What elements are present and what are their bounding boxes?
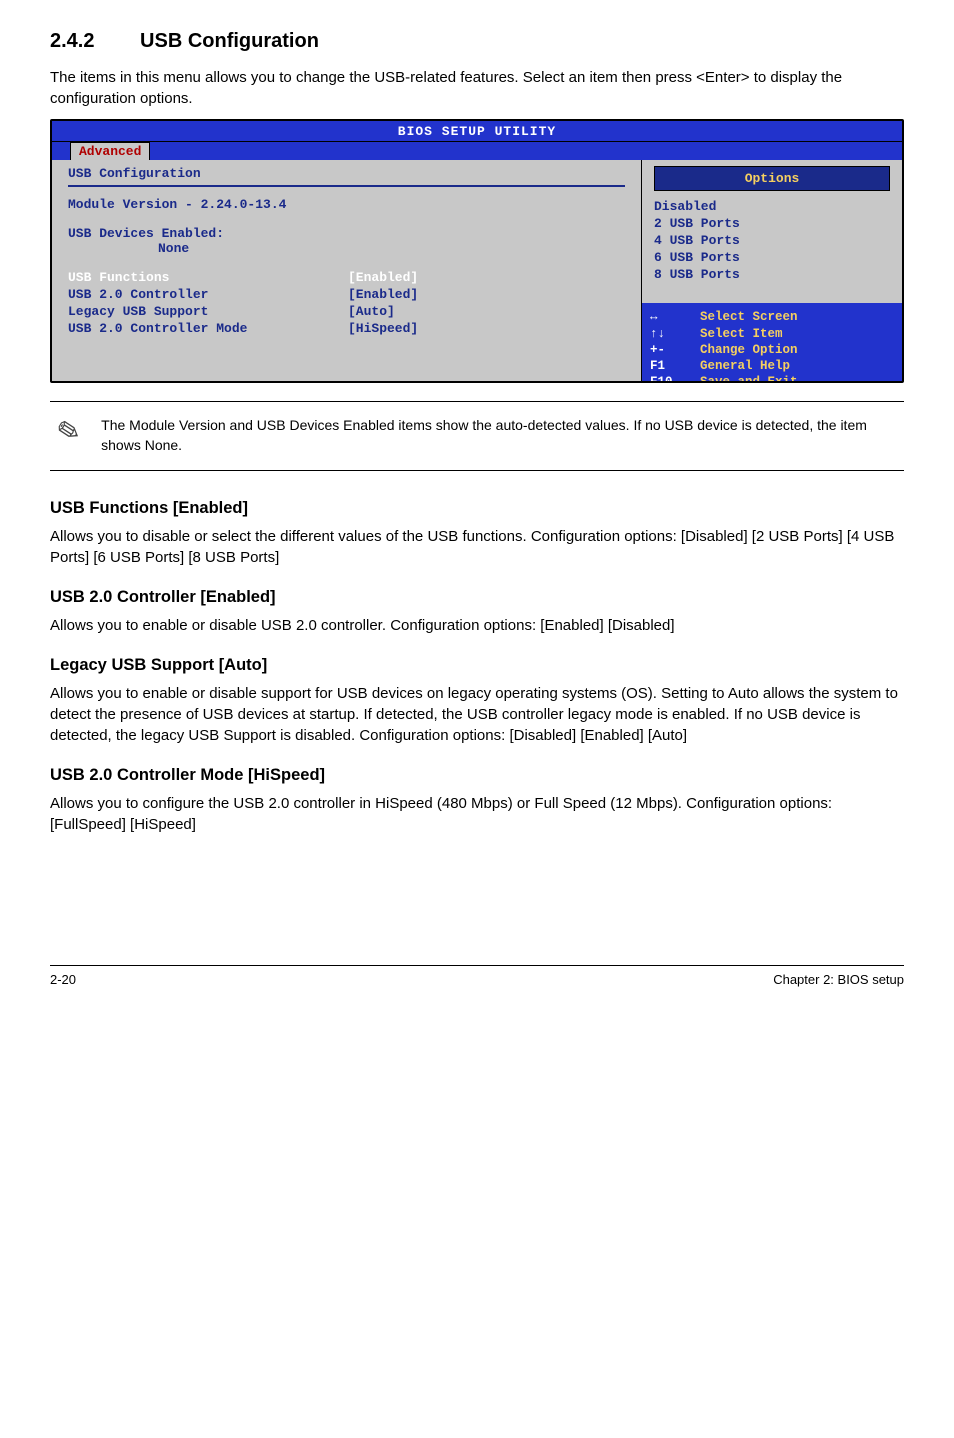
- option-item[interactable]: 8 USB Ports: [654, 267, 890, 284]
- row-value: [Auto]: [348, 304, 625, 319]
- option-item[interactable]: Disabled: [654, 199, 890, 216]
- nav-key: ↔: [650, 309, 700, 325]
- nav-text: Save and Exit: [700, 374, 798, 381]
- nav-text: General Help: [700, 358, 790, 374]
- bios-subtitle: USB Configuration: [68, 166, 625, 187]
- sub-body: Allows you to enable or disable USB 2.0 …: [50, 615, 904, 636]
- option-item[interactable]: 6 USB Ports: [654, 250, 890, 267]
- nav-row: +- Change Option: [650, 342, 894, 358]
- intro-paragraph: The items in this menu allows you to cha…: [50, 67, 904, 109]
- devices-value: None: [158, 241, 625, 256]
- bios-row-usb20-controller[interactable]: USB 2.0 Controller [Enabled]: [68, 287, 625, 302]
- subsection-usb-functions: USB Functions [Enabled] Allows you to di…: [50, 499, 904, 568]
- tab-advanced[interactable]: Advanced: [70, 142, 150, 160]
- note-pencil-icon: ✎: [45, 413, 84, 456]
- sub-heading: USB 2.0 Controller Mode [HiSpeed]: [50, 766, 904, 785]
- subsection-controller-mode: USB 2.0 Controller Mode [HiSpeed] Allows…: [50, 766, 904, 835]
- nav-row: F1 General Help: [650, 358, 894, 374]
- bios-tabs: Advanced: [52, 142, 902, 160]
- options-header: Options: [654, 166, 890, 191]
- nav-help: ↔ Select Screen ↑↓ Select Item +- Change…: [642, 303, 902, 381]
- bios-titlebar: BIOS SETUP UTILITY: [52, 121, 902, 142]
- sub-body: Allows you to enable or disable support …: [50, 683, 904, 746]
- row-label: USB Functions: [68, 270, 348, 285]
- section-title: USB Configuration: [140, 30, 319, 52]
- nav-text: Select Screen: [700, 309, 798, 325]
- nav-key: F10: [650, 374, 700, 381]
- sub-body: Allows you to disable or select the diff…: [50, 526, 904, 568]
- nav-key: F1: [650, 358, 700, 374]
- bios-left-pane: USB Configuration Module Version - 2.24.…: [52, 160, 642, 381]
- bios-row-controller-mode[interactable]: USB 2.0 Controller Mode [HiSpeed]: [68, 321, 625, 336]
- row-label: Legacy USB Support: [68, 304, 348, 319]
- devices-label: USB Devices Enabled:: [68, 226, 625, 241]
- option-item[interactable]: 4 USB Ports: [654, 233, 890, 250]
- row-label: USB 2.0 Controller: [68, 287, 348, 302]
- row-value: [HiSpeed]: [348, 321, 625, 336]
- sub-heading: USB Functions [Enabled]: [50, 499, 904, 518]
- bios-window: BIOS SETUP UTILITY Advanced USB Configur…: [50, 119, 904, 383]
- row-label: USB 2.0 Controller Mode: [68, 321, 348, 336]
- module-version: Module Version - 2.24.0-13.4: [68, 197, 625, 212]
- bios-row-usb-functions[interactable]: USB Functions [Enabled]: [68, 270, 625, 285]
- nav-key: ↑↓: [650, 326, 700, 342]
- row-value: [Enabled]: [348, 270, 625, 285]
- page-footer: 2-20 Chapter 2: BIOS setup: [50, 965, 904, 987]
- sub-heading: Legacy USB Support [Auto]: [50, 656, 904, 675]
- footer-right: Chapter 2: BIOS setup: [773, 972, 904, 987]
- nav-text: Select Item: [700, 326, 783, 342]
- sub-body: Allows you to configure the USB 2.0 cont…: [50, 793, 904, 835]
- subsection-legacy-usb: Legacy USB Support [Auto] Allows you to …: [50, 656, 904, 746]
- bios-right-pane: Options Disabled 2 USB Ports 4 USB Ports…: [642, 160, 902, 381]
- sub-heading: USB 2.0 Controller [Enabled]: [50, 588, 904, 607]
- nav-row: ↑↓ Select Item: [650, 326, 894, 342]
- footer-left: 2-20: [50, 972, 76, 987]
- nav-row: F10 Save and Exit: [650, 374, 894, 381]
- note-text: The Module Version and USB Devices Enabl…: [101, 416, 904, 455]
- subsection-usb20-controller: USB 2.0 Controller [Enabled] Allows you …: [50, 588, 904, 636]
- options-list: Disabled 2 USB Ports 4 USB Ports 6 USB P…: [654, 199, 890, 283]
- bios-row-legacy-usb[interactable]: Legacy USB Support [Auto]: [68, 304, 625, 319]
- nav-text: Change Option: [700, 342, 798, 358]
- row-value: [Enabled]: [348, 287, 625, 302]
- section-number: 2.4.2: [50, 30, 94, 53]
- bios-body: USB Configuration Module Version - 2.24.…: [52, 160, 902, 381]
- section-heading: 2.4.2 USB Configuration: [50, 30, 904, 53]
- note-block: ✎ The Module Version and USB Devices Ena…: [50, 401, 904, 470]
- nav-row: ↔ Select Screen: [650, 309, 894, 325]
- nav-key: +-: [650, 342, 700, 358]
- option-item[interactable]: 2 USB Ports: [654, 216, 890, 233]
